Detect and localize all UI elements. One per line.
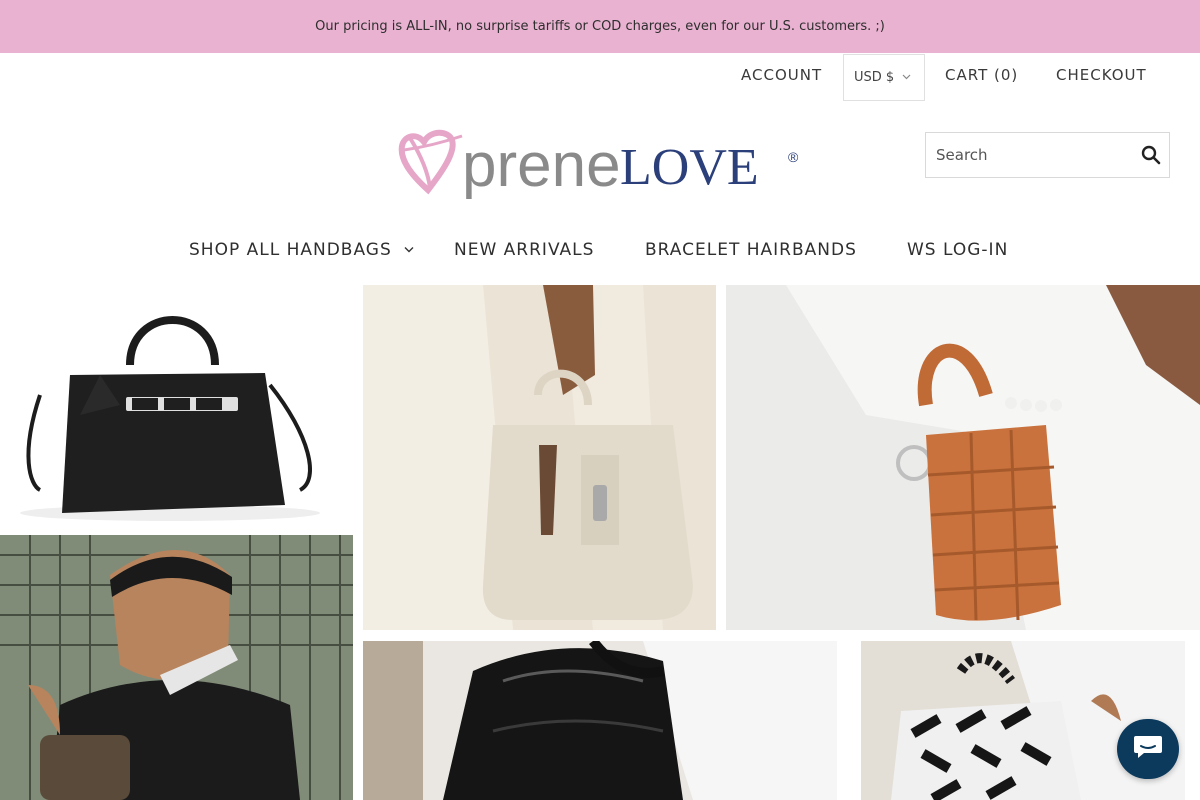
search-input[interactable]: [926, 133, 1133, 177]
search-box[interactable]: [925, 132, 1170, 178]
nav-bracelet-hairbands[interactable]: BRACELET HAIRBANDS: [645, 240, 857, 260]
product-image-tennis-model[interactable]: [0, 535, 353, 800]
product-image-black-handbag[interactable]: [0, 285, 353, 530]
logo-text-love: LOVE: [620, 139, 759, 196]
currency-selector[interactable]: USD $: [843, 54, 925, 101]
main-navigation: SHOP ALL HANDBAGS NEW ARRIVALS BRACELET …: [0, 240, 1200, 268]
announcement-text: Our pricing is ALL-IN, no surprise tarif…: [315, 19, 885, 34]
site-logo[interactable]: prene LOVE ®: [398, 128, 802, 202]
nav-shop-all-handbags[interactable]: SHOP ALL HANDBAGS: [189, 240, 414, 260]
account-link[interactable]: ACCOUNT: [741, 66, 822, 84]
cart-link[interactable]: CART (0): [945, 66, 1018, 84]
nav-ws-log-in[interactable]: WS LOG-IN: [907, 240, 1008, 260]
nav-new-arrivals[interactable]: NEW ARRIVALS: [454, 240, 594, 260]
search-icon[interactable]: [1133, 133, 1169, 177]
chevron-down-icon: [404, 245, 414, 256]
product-image-woven-bucket-bag[interactable]: [726, 285, 1200, 630]
product-image-black-puffer-tote[interactable]: [363, 641, 837, 800]
product-image-cream-handbag[interactable]: [363, 285, 716, 630]
chevron-down-icon: [902, 73, 911, 83]
announcement-bar: Our pricing is ALL-IN, no surprise tarif…: [0, 0, 1200, 53]
currency-value: USD $: [854, 70, 895, 85]
chat-icon: [1132, 733, 1164, 766]
heart-logo-icon: [398, 129, 463, 195]
nav-label: SHOP ALL HANDBAGS: [189, 240, 392, 260]
checkout-link[interactable]: CHECKOUT: [1056, 66, 1147, 84]
logo-registered-mark: ®: [788, 149, 799, 165]
chat-button[interactable]: [1117, 719, 1179, 779]
logo-text-prene: prene: [462, 131, 621, 200]
